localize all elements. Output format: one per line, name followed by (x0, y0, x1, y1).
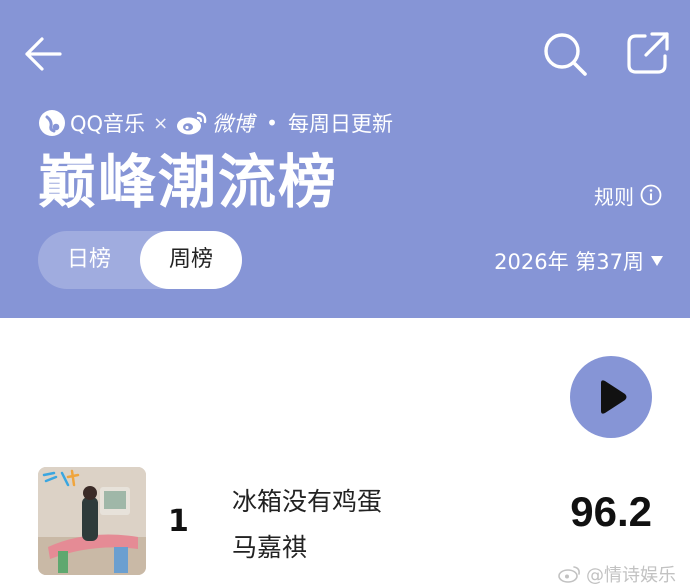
info-icon (640, 184, 662, 206)
chart-title: 巅峰潮流榜 (38, 148, 339, 216)
play-all-button[interactable] (570, 356, 652, 438)
rank-number: 1 (168, 504, 189, 539)
week-selector-label: 2026年 第37周 (494, 250, 644, 274)
qq-music-logo-icon (39, 110, 65, 136)
week-selector[interactable]: 2026年 第37周 (494, 246, 664, 276)
rules-link[interactable]: 规则 (594, 180, 662, 210)
song-title: 冰箱没有鸡蛋 (232, 487, 383, 516)
caret-down-icon (651, 256, 663, 266)
weibo-watermark-icon (558, 566, 580, 583)
album-cover (38, 467, 146, 575)
collab-times: × (153, 112, 169, 134)
weibo-label: 微博 (212, 112, 255, 136)
weibo-logo-icon (177, 111, 207, 135)
share-icon[interactable] (626, 31, 670, 75)
chart-period-toggle: 日榜 周榜 (38, 231, 242, 289)
song-score: 96.2 (570, 488, 652, 535)
qq-music-label: QQ音乐 (70, 112, 146, 136)
brand-row: QQ音乐 × 微博 • 每周日更新 (38, 106, 393, 140)
rules-label: 规则 (594, 184, 634, 209)
watermark-text: @情诗娱乐 (586, 565, 676, 586)
chart-header: QQ音乐 × 微博 • 每周日更新 巅峰潮流榜 规则 日榜 周榜 2026年 第… (0, 0, 690, 318)
brand-separator: • (266, 111, 278, 135)
play-icon (601, 380, 627, 414)
search-icon[interactable] (542, 31, 588, 77)
update-note: 每周日更新 (287, 112, 393, 136)
song-artist: 马嘉祺 (232, 533, 308, 562)
back-arrow-icon[interactable] (22, 33, 64, 75)
tab-weekly[interactable]: 周榜 (140, 231, 242, 289)
watermark: @情诗娱乐 (558, 561, 676, 587)
tab-daily[interactable]: 日榜 (38, 231, 140, 289)
